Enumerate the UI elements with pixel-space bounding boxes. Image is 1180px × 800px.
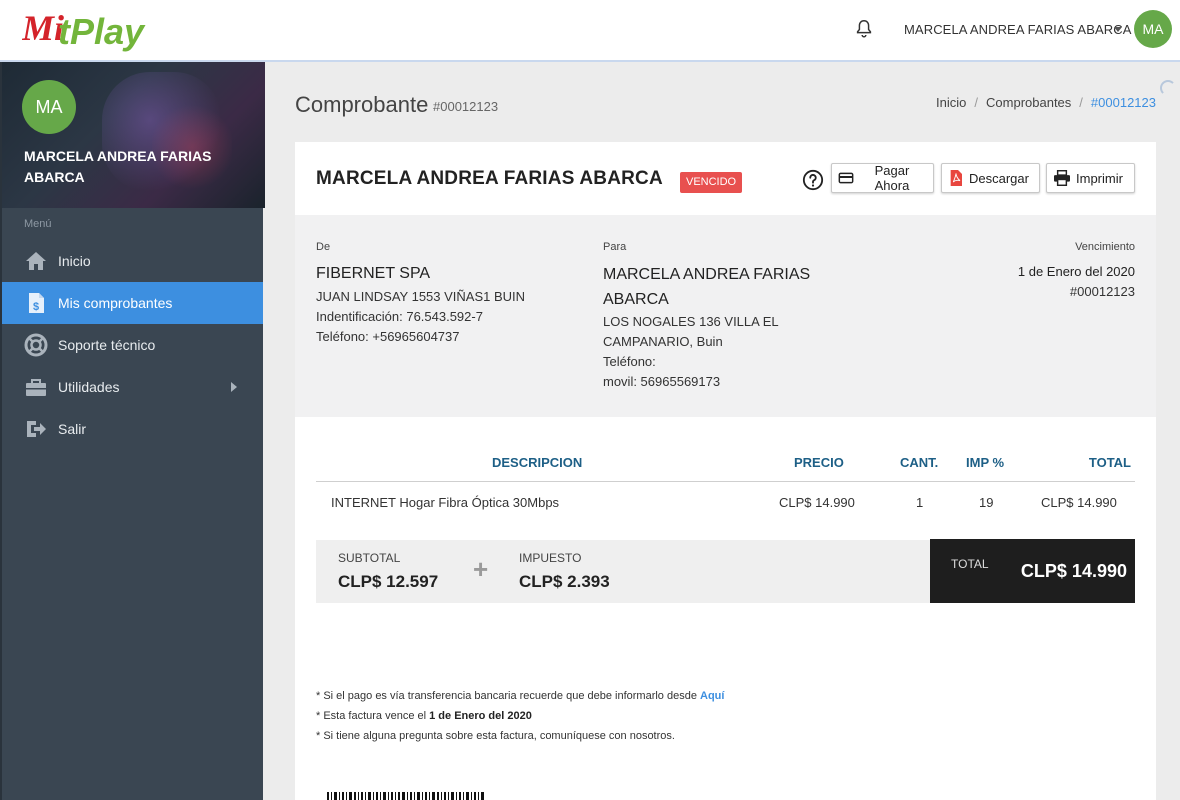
- sidebar-item-inicio[interactable]: Inicio: [2, 240, 263, 282]
- download-label: Descargar: [969, 170, 1029, 186]
- home-icon: [26, 252, 46, 270]
- grand-total-value: CLP$ 14.990: [1020, 561, 1127, 581]
- sidebar-item-salir[interactable]: Salir: [2, 408, 263, 450]
- sidebar-item-label: Salir: [58, 421, 87, 437]
- sidebar-item-label: Inicio: [58, 253, 91, 269]
- menu-title: Menú: [24, 218, 52, 230]
- pay-now-button[interactable]: Pagar Ahora: [831, 163, 934, 193]
- to-phone: Teléfono:: [603, 354, 656, 369]
- col-total: TOTAL: [1088, 455, 1131, 470]
- svg-text:$: $: [33, 301, 39, 313]
- items-table-header: DESCRIPCION PRECIO CANT. IMP % TOTAL: [316, 452, 1135, 482]
- tax-label: IMPUESTO: [519, 551, 582, 565]
- sidebar-avatar[interactable]: MA: [22, 80, 76, 134]
- sidebar-item-label: Utilidades: [58, 379, 120, 395]
- sidebar-item-utilidades[interactable]: Utilidades: [2, 366, 263, 408]
- note-contact: * Si tiene alguna pregunta sobre esta fa…: [316, 730, 724, 750]
- to-address-line-1: LOS NOGALES 136 VILLA EL: [603, 314, 779, 329]
- toolbox-icon: [26, 379, 46, 396]
- grand-total: TOTAL CLP$ 14.990: [930, 539, 1135, 603]
- to-label: Para: [603, 241, 627, 253]
- note-due: * Esta factura vence el 1 de Enero del 2…: [316, 710, 724, 730]
- grand-total-label: TOTAL: [951, 557, 989, 571]
- breadcrumb-separator: /: [1079, 95, 1083, 110]
- note-due-text: * Esta factura vence el: [316, 710, 430, 722]
- totals-summary: SUBTOTAL CLP$ 12.597 + IMPUESTO CLP$ 2.3…: [316, 539, 1135, 603]
- subtotal-label: SUBTOTAL: [338, 551, 401, 565]
- printer-icon: [1054, 170, 1070, 186]
- note-due-date: 1 de Enero del 2020: [429, 710, 532, 722]
- chevron-down-icon[interactable]: [1114, 27, 1122, 32]
- notification-bell-icon[interactable]: [853, 18, 875, 40]
- col-tax: IMP %: [966, 455, 1005, 470]
- row-tax: 19: [979, 495, 994, 510]
- due-label: Vencimiento: [1075, 241, 1135, 253]
- col-description: DESCRIPCION: [492, 455, 583, 470]
- sidebar-profile: MA MARCELA ANDREA FARIAS ABARCA: [2, 62, 265, 208]
- breadcrumb-comprobantes[interactable]: Comprobantes: [986, 95, 1071, 110]
- sidebar-item-mis-comprobantes[interactable]: $ Mis comprobantes: [2, 282, 263, 324]
- help-icon[interactable]: [802, 169, 824, 191]
- invoice-notes: * Si el pago es vía transferencia bancar…: [316, 690, 724, 750]
- logout-icon: [27, 421, 46, 437]
- barcode: [327, 792, 484, 800]
- sidebar-user-name: MARCELA ANDREA FARIAS ABARCA: [24, 148, 212, 185]
- loading-spinner-icon: [1160, 80, 1176, 96]
- invoice-icon: $: [29, 293, 44, 313]
- sidebar-menu: Inicio $ Mis comprobantes Soporte técnic…: [2, 240, 263, 450]
- credit-card-icon: [838, 172, 854, 184]
- page-title-number: #00012123: [433, 99, 499, 114]
- to-address-line-2: CAMPANARIO, Buin: [603, 334, 723, 349]
- invoice-parties: De FIBERNET SPA JUAN LINDSAY 1553 VIÑAS1…: [295, 215, 1156, 417]
- lifebuoy-icon: [24, 333, 48, 357]
- col-price: PRECIO: [794, 455, 844, 470]
- note-transfer: * Si el pago es vía transferencia bancar…: [316, 690, 724, 710]
- page-title: Comprobante: [295, 92, 429, 117]
- breadcrumb-inicio[interactable]: Inicio: [936, 95, 966, 110]
- col-qty: CANT.: [900, 455, 939, 470]
- from-address: JUAN LINDSAY 1553 VIÑAS1 BUIN: [316, 289, 526, 304]
- note-contact-text: * Si tiene alguna pregunta sobre esta fa…: [316, 730, 675, 742]
- status-badge: VENCIDO: [680, 172, 743, 193]
- pdf-file-icon: [950, 170, 962, 186]
- plus-icon: +: [473, 554, 489, 584]
- row-description: INTERNET Hogar Fibra Óptica 30Mbps: [331, 495, 560, 510]
- pay-now-label: Pagar Ahora: [874, 163, 910, 193]
- row-price: CLP$ 14.990: [779, 495, 855, 510]
- top-bar: Mi t tPlay MARCELA ANDREA FARIAS ABARCA …: [0, 0, 1180, 62]
- subtotal-value: CLP$ 12.597: [338, 572, 439, 591]
- from-label: De: [316, 241, 331, 253]
- print-button[interactable]: Imprimir: [1046, 163, 1135, 193]
- row-total: CLP$ 14.990: [1041, 495, 1117, 510]
- svg-text:tPlay: tPlay: [58, 11, 146, 52]
- to-mobile: movil: 56965569173: [603, 374, 721, 389]
- sidebar-item-label: Mis comprobantes: [58, 295, 173, 311]
- due-date: 1 de Enero del 2020: [1017, 264, 1135, 279]
- note-transfer-text: * Si el pago es vía transferencia bancar…: [316, 690, 701, 702]
- print-label: Imprimir: [1076, 170, 1123, 186]
- breadcrumb-current: #00012123: [1090, 95, 1156, 110]
- due-invoice-number: #00012123: [1069, 284, 1135, 299]
- to-name: MARCELA ANDREA FARIAS ABARCA: [603, 266, 811, 308]
- note-transfer-link[interactable]: Aquí: [700, 690, 724, 702]
- from-name: FIBERNET SPA: [316, 265, 431, 282]
- invoice-card: MARCELA ANDREA FARIAS ABARCA VENCIDO Pag…: [295, 142, 1156, 800]
- row-qty: 1: [916, 495, 924, 510]
- from-id: Indentificación: 76.543.592-7: [316, 309, 483, 324]
- sidebar: MA MARCELA ANDREA FARIAS ABARCA Menú Ini…: [0, 62, 265, 800]
- breadcrumb: Inicio / Comprobantes / #00012123: [936, 95, 1156, 110]
- mitplay-logo[interactable]: Mi t tPlay: [22, 4, 167, 54]
- sidebar-item-label: Soporte técnico: [58, 337, 156, 353]
- from-phone: Teléfono: +56965604737: [316, 329, 460, 344]
- user-menu-name[interactable]: MARCELA ANDREA FARIAS ABARCA: [904, 22, 1132, 37]
- download-button[interactable]: Descargar: [941, 163, 1040, 193]
- tax-value: CLP$ 2.393: [519, 572, 610, 591]
- breadcrumb-separator: /: [974, 95, 979, 110]
- invoice-header: MARCELA ANDREA FARIAS ABARCA VENCIDO Pag…: [295, 142, 1156, 215]
- chevron-right-icon: [231, 382, 237, 392]
- avatar[interactable]: MA: [1134, 10, 1172, 48]
- sidebar-item-soporte-tecnico[interactable]: Soporte técnico: [2, 324, 263, 366]
- client-name: MARCELA ANDREA FARIAS ABARCA: [316, 168, 663, 189]
